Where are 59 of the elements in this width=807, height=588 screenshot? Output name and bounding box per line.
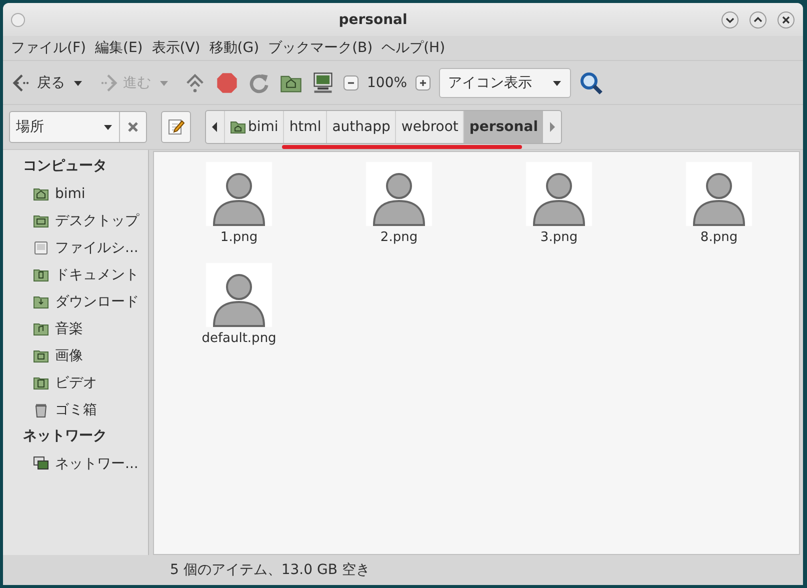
menu-item[interactable]: ファイル(F) <box>11 39 86 57</box>
menu-item[interactable]: 編集(E) <box>94 39 143 57</box>
person-image-icon[interactable] <box>526 162 592 226</box>
menu-item[interactable]: 表示(V) <box>152 39 200 57</box>
edit-location-button[interactable] <box>161 111 191 143</box>
search-icon[interactable] <box>579 70 604 94</box>
file-name: 3.png <box>540 230 578 245</box>
close-icon <box>127 121 139 133</box>
folder-icon <box>33 186 49 202</box>
drive-icon <box>33 240 49 256</box>
sidebar-item[interactable]: ビデオ <box>3 369 148 396</box>
left-arrow-icon <box>212 122 218 132</box>
sidebar-heading: ネットワーク <box>22 427 108 446</box>
zoom-in-icon[interactable] <box>415 74 432 90</box>
person-image-icon[interactable] <box>686 162 752 226</box>
computer-icon[interactable] <box>311 70 335 94</box>
menu-item[interactable]: ヘルプ(H) <box>382 39 446 57</box>
person-image-icon[interactable] <box>206 263 272 327</box>
network-icon <box>33 456 49 472</box>
home-folder-icon <box>230 119 246 135</box>
sidebar-heading: コンピュータ <box>22 157 108 176</box>
zoom-out-icon[interactable] <box>343 74 359 90</box>
trash-icon <box>33 402 49 418</box>
folder-icon <box>33 320 49 336</box>
sidebar-item[interactable]: ダウンロード <box>3 288 148 315</box>
sidebar-item[interactable]: 音楽 <box>3 315 148 342</box>
folder-icon <box>33 374 49 390</box>
menu-item[interactable]: 移動(G) <box>209 39 260 57</box>
sidebar-item[interactable]: デスクトップ <box>3 207 148 234</box>
stop-icon[interactable] <box>215 70 239 94</box>
path-button[interactable]: personal <box>463 111 543 143</box>
folder-icon <box>33 348 49 364</box>
folder-icon <box>33 266 49 282</box>
file-name: 2.png <box>380 230 418 245</box>
sidebar-item[interactable]: ドキュメント <box>3 261 148 288</box>
file-name: 1.png <box>220 230 258 245</box>
folder-icon <box>33 212 49 228</box>
person-image-icon[interactable] <box>206 162 272 226</box>
window-title: personal <box>338 12 408 28</box>
sidebar-item[interactable]: ゴミ箱 <box>3 396 148 423</box>
status-text: 5 個のアイテム、13.0 GB 空き <box>170 561 370 579</box>
right-arrow-icon <box>549 122 555 132</box>
folder-icon <box>33 294 49 310</box>
back-button[interactable]: 戻る <box>11 72 65 94</box>
file-name: 8.png <box>700 230 738 245</box>
sidebar-item[interactable]: bimi <box>3 180 148 207</box>
caret-icon <box>103 122 113 132</box>
sidebar-item[interactable]: ネットワー... <box>3 450 148 477</box>
edit-icon <box>167 118 185 136</box>
menu-item[interactable]: ブックマーク(B) <box>268 39 373 57</box>
view-dropdown[interactable]: アイコン表示 <box>439 68 572 98</box>
person-image-icon[interactable] <box>366 162 432 226</box>
file-name: default.png <box>202 331 276 346</box>
sidebar-item[interactable]: ファイルシ... <box>3 234 148 261</box>
minimize-icon[interactable] <box>721 10 739 28</box>
maximize-icon[interactable] <box>749 10 767 28</box>
zoom-level: 100% <box>367 74 408 90</box>
close-icon[interactable] <box>777 10 795 28</box>
sidebar-item[interactable]: 画像 <box>3 342 148 369</box>
